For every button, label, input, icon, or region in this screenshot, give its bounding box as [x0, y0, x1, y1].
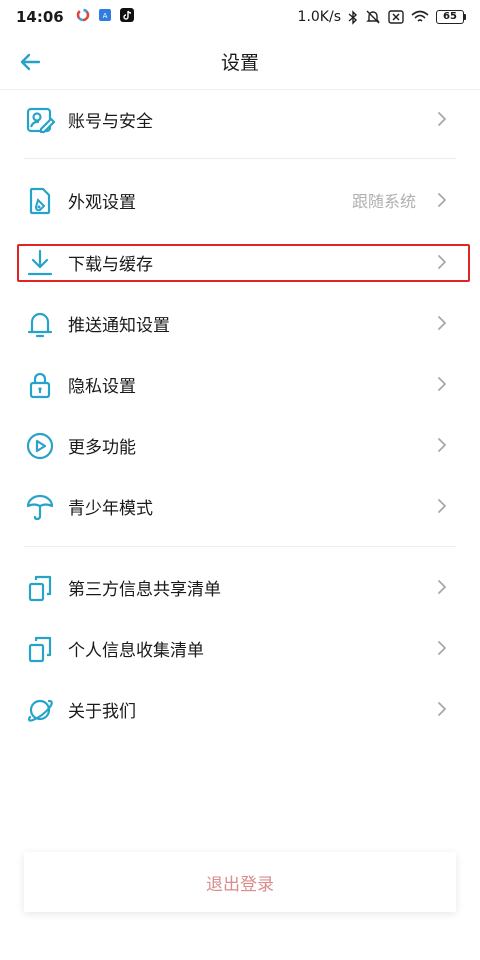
chevron-right-icon	[438, 377, 446, 391]
menu-item-push-notifications[interactable]: 推送通知设置	[0, 293, 480, 353]
bluetooth-icon	[348, 9, 358, 25]
copy-icon	[24, 633, 56, 665]
menu-item-account-security[interactable]: 账号与安全	[0, 89, 480, 149]
menu-item-personal-info[interactable]: 个人信息收集清单	[0, 618, 480, 678]
app-notification-icon: A	[98, 8, 112, 26]
menu-item-label: 关于我们	[68, 701, 136, 722]
app-header: 设置	[0, 34, 480, 90]
menu-item-label: 隐私设置	[68, 376, 136, 397]
wifi-icon	[411, 10, 429, 24]
play-circle-icon	[24, 430, 56, 462]
battery-tip	[464, 14, 466, 20]
back-button[interactable]	[12, 44, 48, 80]
section-divider	[24, 158, 456, 159]
bell-icon	[24, 308, 56, 340]
chevron-right-icon	[438, 702, 446, 716]
menu-item-label: 下载与缓存	[68, 254, 153, 275]
status-bar: 14:06 A 1.0K/s 65	[0, 0, 480, 34]
mute-bell-icon	[365, 9, 381, 25]
battery-level: 65	[436, 10, 464, 24]
menu-item-label: 账号与安全	[68, 111, 153, 132]
download-icon	[24, 247, 56, 279]
app-notification-icon	[76, 8, 90, 26]
menu-item-about[interactable]: 关于我们	[0, 679, 480, 739]
lock-icon	[24, 369, 56, 401]
menu-item-label: 青少年模式	[68, 498, 153, 519]
chevron-right-icon	[438, 499, 446, 513]
umbrella-icon	[24, 491, 56, 523]
appearance-value: 跟随系统	[351, 192, 416, 211]
logout-button[interactable]: 退出登录	[24, 852, 456, 912]
tiktok-icon	[119, 8, 134, 26]
chevron-right-icon	[438, 255, 446, 269]
menu-item-label: 第三方信息共享清单	[68, 579, 221, 600]
phone-brush-icon	[24, 185, 56, 217]
arrow-left-icon	[20, 53, 41, 71]
chevron-right-icon	[438, 193, 446, 207]
planet-icon	[24, 694, 56, 726]
battery-icon: 65	[436, 10, 466, 24]
menu-item-label: 推送通知设置	[68, 315, 170, 336]
chevron-right-icon	[438, 438, 446, 452]
account-edit-icon	[24, 104, 56, 136]
menu-item-appearance[interactable]: 外观设置 跟随系统	[0, 170, 480, 230]
menu-item-label: 更多功能	[68, 437, 136, 458]
sim-off-icon	[388, 10, 404, 24]
menu-item-label: 外观设置	[68, 192, 136, 213]
status-left: 14:06 A	[16, 8, 134, 26]
menu-item-third-party-share[interactable]: 第三方信息共享清单	[0, 557, 480, 617]
menu-item-label: 个人信息收集清单	[68, 640, 204, 661]
status-time: 14:06	[16, 8, 64, 26]
chevron-right-icon	[438, 112, 446, 126]
chevron-right-icon	[438, 316, 446, 330]
page-title: 设置	[220, 52, 259, 74]
network-speed: 1.0K/s	[297, 9, 341, 25]
svg-text:A: A	[102, 12, 107, 20]
menu-item-youth-mode[interactable]: 青少年模式	[0, 476, 480, 536]
section-divider	[24, 546, 456, 547]
menu-item-download-cache[interactable]: 下载与缓存	[0, 232, 480, 292]
status-right: 1.0K/s 65	[298, 9, 466, 25]
menu-item-privacy[interactable]: 隐私设置	[0, 354, 480, 414]
chevron-right-icon	[438, 641, 446, 655]
chevron-right-icon	[438, 580, 446, 594]
copy-icon	[24, 572, 56, 604]
menu-item-more-features[interactable]: 更多功能	[0, 415, 480, 475]
